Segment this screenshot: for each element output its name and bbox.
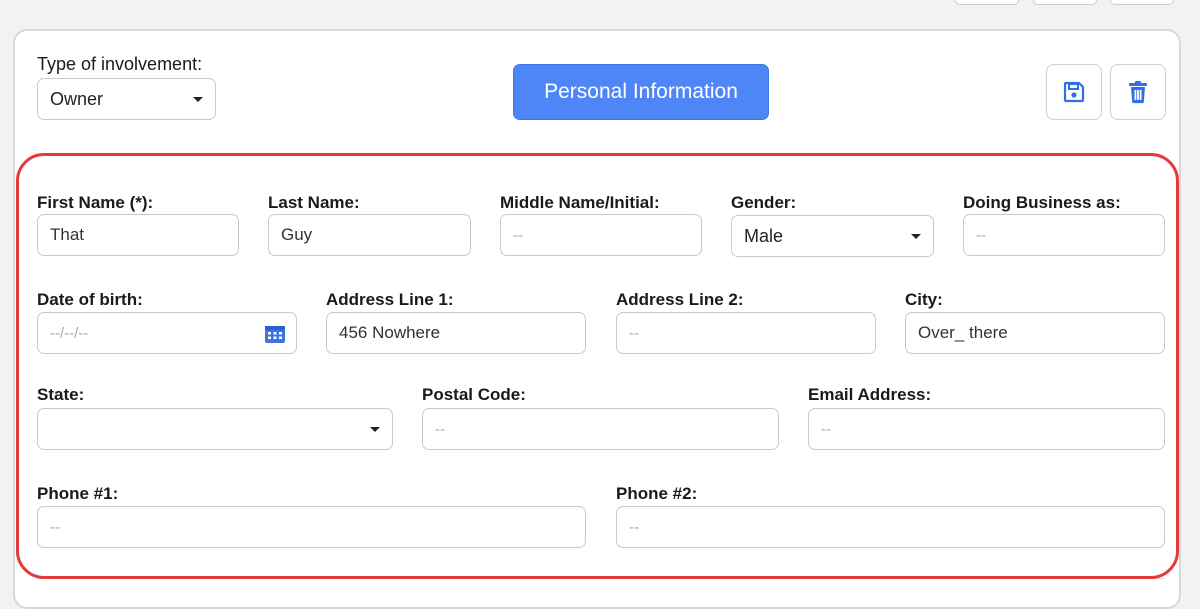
divider <box>37 578 1165 579</box>
chevron-down-icon <box>370 427 380 432</box>
gender-select[interactable]: Male <box>731 215 934 257</box>
top-button-stub[interactable] <box>1033 0 1097 5</box>
phone1-input[interactable]: -- <box>37 506 586 548</box>
phone2-input[interactable]: -- <box>616 506 1165 548</box>
address1-label: Address Line 1: <box>326 290 454 309</box>
middle-name-label: Middle Name/Initial: <box>500 193 660 212</box>
dob-label: Date of birth: <box>37 290 143 309</box>
gender-label: Gender: <box>731 193 797 212</box>
city-label: City: <box>905 290 943 309</box>
delete-button[interactable] <box>1110 64 1166 120</box>
chevron-down-icon <box>193 97 203 102</box>
dob-input[interactable]: --/--/-- <box>37 312 297 354</box>
postal-code-input[interactable]: -- <box>422 408 779 450</box>
email-input[interactable]: -- <box>808 408 1165 450</box>
personal-information-button[interactable]: Personal Information <box>513 64 769 120</box>
involvement-label: Type of involvement: <box>37 54 203 74</box>
last-name-label: Last Name: <box>268 193 360 212</box>
city-input[interactable]: Over_ there <box>905 312 1165 354</box>
involvement-select[interactable]: Owner <box>37 78 216 120</box>
top-button-stub[interactable] <box>955 0 1019 5</box>
gender-value: Male <box>744 225 784 246</box>
calendar-icon[interactable] <box>264 324 286 344</box>
email-label: Email Address: <box>808 385 932 404</box>
first-name-input[interactable]: That <box>37 214 239 256</box>
involvement-value: Owner <box>50 88 104 109</box>
top-button-stub[interactable] <box>1110 0 1174 5</box>
dba-label: Doing Business as: <box>963 193 1121 212</box>
dba-input[interactable]: -- <box>963 214 1165 256</box>
save-button[interactable] <box>1046 64 1102 120</box>
address2-input[interactable]: -- <box>616 312 876 354</box>
first-name-label: First Name (*): <box>37 193 154 212</box>
chevron-down-icon <box>911 234 921 239</box>
postal-code-label: Postal Code: <box>422 385 526 404</box>
dob-placeholder: --/--/-- <box>50 324 89 342</box>
state-label: State: <box>37 385 85 404</box>
address1-input[interactable]: 456 Nowhere <box>326 312 586 354</box>
state-select[interactable] <box>37 408 393 450</box>
floppy-disk-icon <box>1063 81 1085 103</box>
middle-name-input[interactable]: -- <box>500 214 702 256</box>
address2-label: Address Line 2: <box>616 290 744 309</box>
last-name-input[interactable]: Guy <box>268 214 471 256</box>
phone1-label: Phone #1: <box>37 484 119 503</box>
trash-icon <box>1129 81 1147 104</box>
phone2-label: Phone #2: <box>616 484 698 503</box>
